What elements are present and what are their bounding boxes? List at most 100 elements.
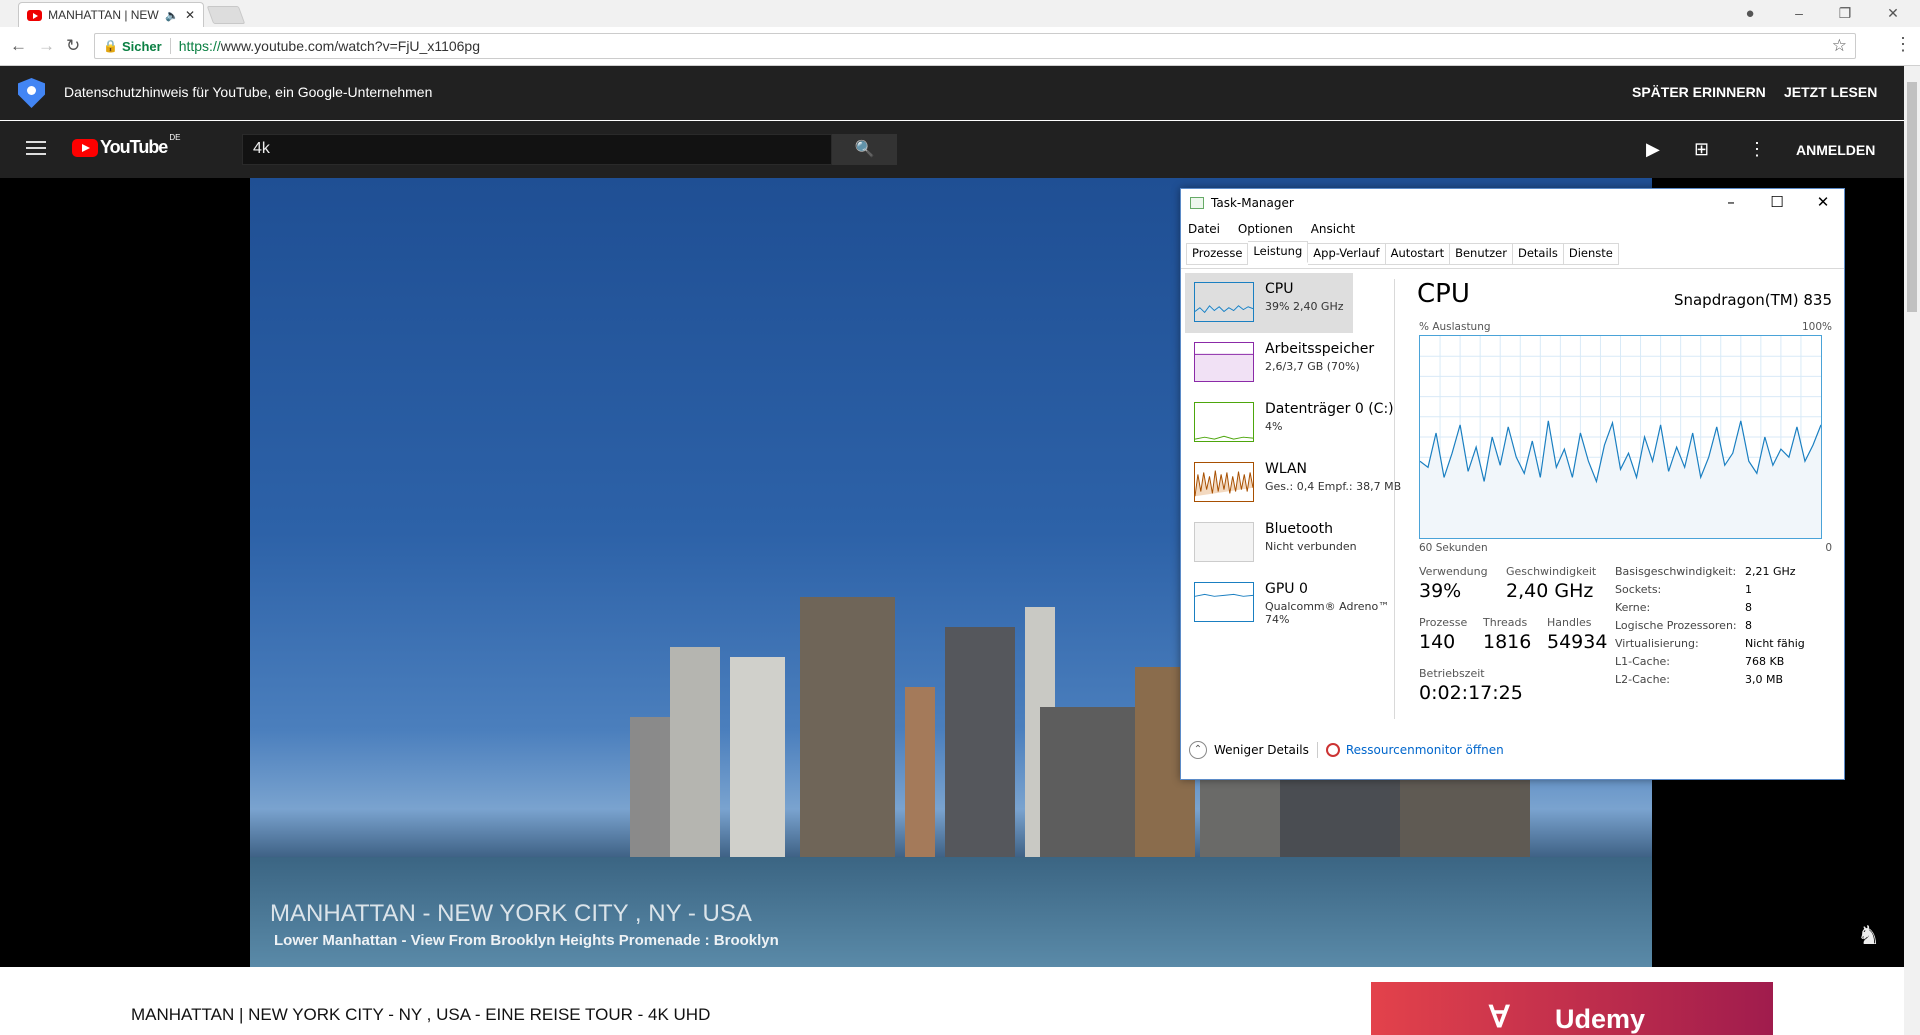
menu-datei[interactable]: Datei [1188, 222, 1220, 236]
speaker-icon[interactable]: 🔈 [165, 9, 179, 22]
browser-tabstrip: MANHATTAN | NEW Y 🔈 ✕ ● – ❐ ✕ [0, 0, 1920, 27]
more-options-icon[interactable]: ⋮ [1748, 139, 1766, 160]
stat-key: Geschwindigkeit [1506, 565, 1597, 578]
menu-ansicht[interactable]: Ansicht [1311, 222, 1355, 236]
tm-resource-list: CPU 39% 2,40 GHz Arbeitsspeicher 2,6/3,7… [1185, 273, 1401, 633]
max-label: 100% [1801, 321, 1832, 333]
account-icon[interactable]: ● [1727, 0, 1773, 27]
footer-divider [1316, 742, 1318, 758]
tab-app-verlauf[interactable]: App-Verlauf [1308, 243, 1386, 265]
secure-label: Sicher [121, 38, 162, 54]
resource-name: GPU 0 [1265, 581, 1308, 597]
video-overlay-subtitle: Lower Manhattan - View From Brooklyn Hei… [274, 932, 779, 949]
remind-later-button[interactable]: SPÄTER ERINNERN [1632, 84, 1766, 100]
spec-value: 3,0 MB [1745, 673, 1784, 686]
video-page-title: MANHATTAN | NEW YORK CITY - NY , USA - E… [131, 1005, 711, 1024]
search-icon[interactable]: 🔍 [832, 134, 897, 165]
bluetooth-sparkline [1194, 522, 1254, 562]
spec-value: 1 [1745, 583, 1752, 596]
spec-value: 768 KB [1745, 655, 1785, 668]
minimize-icon[interactable]: – [1776, 0, 1822, 27]
close-window-icon[interactable]: ✕ [1870, 0, 1916, 27]
tab-benutzer[interactable]: Benutzer [1450, 243, 1513, 265]
search-input[interactable]: 4k [242, 134, 832, 165]
zero-label: 0 [1825, 542, 1832, 554]
fewer-details-link[interactable]: Weniger Details [1214, 743, 1309, 757]
reload-icon[interactable]: ↻ [66, 36, 80, 56]
menu-optionen[interactable]: Optionen [1238, 222, 1293, 236]
bookmark-star-icon[interactable]: ☆ [1832, 36, 1847, 56]
resource-gpu[interactable]: GPU 0 Qualcomm® Adreno™ 74% [1185, 573, 1389, 633]
page-scrollbar[interactable] [1904, 66, 1920, 1035]
cpu-sparkline [1194, 282, 1254, 322]
task-manager-app-icon [1190, 197, 1204, 209]
tab-leistung[interactable]: Leistung [1248, 241, 1309, 263]
stat-value: 54934 [1547, 631, 1608, 653]
spec-value: Nicht fähig [1745, 637, 1805, 650]
apps-grid-icon[interactable]: ⊞ [1694, 139, 1709, 160]
tm-maximize-icon[interactable]: ☐ [1762, 193, 1792, 211]
resource-wlan[interactable]: WLAN Ges.: 0,4 Empf.: 38,7 MB [1185, 453, 1401, 513]
address-bar[interactable]: 🔒 Sicher https:// www.youtube.com/watch?… [94, 33, 1856, 59]
tm-titlebar[interactable]: Task-Manager – ☐ ✕ [1181, 189, 1844, 219]
stat-key: Handles [1547, 616, 1592, 629]
tab-autostart[interactable]: Autostart [1385, 243, 1451, 265]
cpu-specs: Basisgeschwindigkeit: 2,21 GHz Sockets: 1 … [1615, 565, 1805, 691]
tm-menubar: Datei Optionen Ansicht [1188, 222, 1369, 236]
hamburger-menu-icon[interactable] [26, 141, 46, 155]
new-tab-button[interactable] [206, 6, 246, 24]
stat-processes: Prozesse 140 [1419, 616, 1467, 653]
spec-key: Virtualisierung: [1615, 637, 1699, 650]
resource-cpu[interactable]: CPU 39% 2,40 GHz [1185, 273, 1353, 333]
resource-bluetooth[interactable]: Bluetooth Nicht verbunden [1185, 513, 1357, 573]
upload-video-icon[interactable]: ▶ [1646, 139, 1660, 160]
udemy-ad-banner[interactable]: Ɐ Udemy [1371, 982, 1773, 1035]
stat-value: 2,40 GHz [1506, 580, 1594, 602]
time-label: 60 Sekunden [1419, 542, 1488, 554]
chevron-up-icon[interactable]: ⌃ [1189, 741, 1207, 759]
task-manager-window: Task-Manager – ☐ ✕ Datei Optionen Ansich… [1180, 188, 1845, 780]
tm-minimize-icon[interactable]: – [1716, 193, 1746, 211]
browser-menu-icon[interactable]: ⋮ [1894, 34, 1912, 55]
tm-title: Task-Manager [1211, 196, 1294, 210]
spec-row: Kerne: 8 [1615, 601, 1805, 619]
spec-row: Virtualisierung: Nicht fähig [1615, 637, 1805, 655]
wlan-sparkline [1194, 462, 1254, 502]
back-icon[interactable]: ← [10, 36, 27, 56]
stat-usage: Verwendung 39% [1419, 565, 1488, 602]
resource-memory[interactable]: Arbeitsspeicher 2,6/3,7 GB (70%) [1185, 333, 1374, 393]
youtube-region: DE [169, 133, 181, 142]
stat-value: 1816 [1483, 631, 1532, 653]
stat-value: 39% [1419, 580, 1462, 602]
ad-brand: Udemy [1555, 1004, 1646, 1034]
read-now-button[interactable]: JETZT LESEN [1784, 84, 1877, 100]
processor-name: Snapdragon(TM) 835 [1673, 291, 1832, 309]
resource-monitor-link[interactable]: Ressourcenmonitor öffnen [1346, 743, 1504, 757]
spec-key: Basisgeschwindigkeit: [1615, 565, 1737, 578]
stat-threads: Threads 1816 [1483, 616, 1531, 653]
spec-value: 8 [1745, 619, 1752, 632]
spec-key: Sockets: [1615, 583, 1662, 596]
forward-icon[interactable]: → [38, 36, 55, 56]
stat-key: Prozesse [1419, 616, 1468, 629]
tm-tabs: Prozesse Leistung App-Verlauf Autostart … [1186, 241, 1619, 265]
youtube-logo[interactable]: YouTube DE [72, 133, 180, 158]
tab-dienste[interactable]: Dienste [1563, 243, 1619, 265]
tab-prozesse[interactable]: Prozesse [1186, 243, 1249, 265]
sign-in-button[interactable]: ANMELDEN [1796, 142, 1875, 158]
tab-details[interactable]: Details [1512, 243, 1564, 265]
video-overlay-title: MANHATTAN - NEW YORK CITY , NY - USA [270, 900, 752, 927]
restore-icon[interactable]: ❐ [1822, 0, 1868, 27]
resource-sub-2: 74% [1265, 613, 1290, 626]
privacy-banner: Datenschutzhinweis für YouTube, ein Goog… [0, 66, 1904, 120]
tab-close-icon[interactable]: ✕ [185, 8, 195, 22]
tm-close-icon[interactable]: ✕ [1808, 193, 1838, 211]
scrollbar-thumb[interactable] [1907, 82, 1917, 312]
cpu-heading: CPU [1417, 279, 1470, 309]
spec-key: L1-Cache: [1615, 655, 1671, 668]
resource-disk[interactable]: Datenträger 0 (C:) 4% [1185, 393, 1394, 453]
channel-watermark-icon[interactable]: ♞ [1857, 920, 1891, 954]
stat-key: Verwendung [1419, 565, 1488, 578]
browser-tab[interactable]: MANHATTAN | NEW Y 🔈 ✕ [18, 2, 204, 27]
resource-name: Arbeitsspeicher [1265, 341, 1375, 357]
